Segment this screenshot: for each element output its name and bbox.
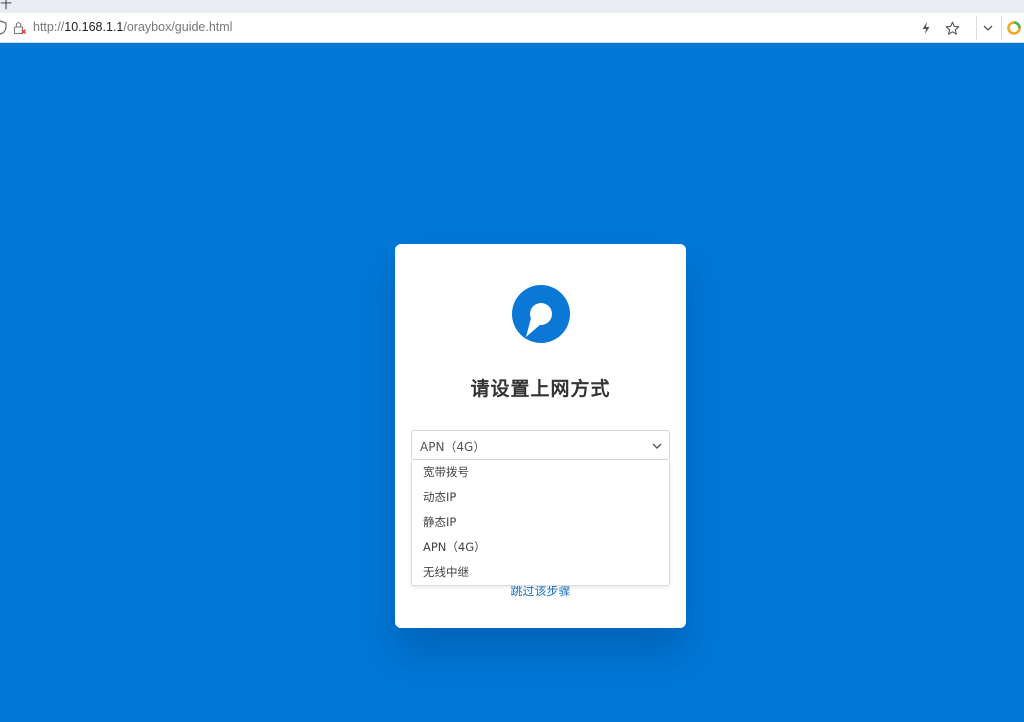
window-title-strip: 十 [0,0,1024,13]
connection-type-dropdown[interactable]: 宽带拨号 动态IP 静态IP APN（4G） 无线中继 [411,460,670,586]
insecure-lock-icon[interactable] [13,21,27,35]
lightning-icon[interactable] [918,20,934,36]
connection-type-selected: APN（4G） [420,440,486,454]
dropdown-option-pppoe[interactable]: 宽带拨号 [412,460,669,485]
url-prefix: http:// [33,20,65,34]
page-title: 请设置上网方式 [470,378,611,400]
dropdown-option-dhcp[interactable]: 动态IP [412,485,669,510]
oray-logo-icon [512,285,570,343]
shield-icon[interactable] [0,20,7,35]
toolbar-separator [1001,16,1002,40]
url-host: 10.168.1.1 [64,20,124,34]
dropdown-option-apn[interactable]: APN（4G） [412,535,669,560]
extension-ring-icon[interactable] [1006,20,1022,36]
star-icon[interactable] [944,20,960,36]
dropdown-option-static-ip[interactable]: 静态IP [412,510,669,535]
address-url[interactable]: http://10.168.1.1/oraybox/guide.html [33,20,232,34]
dropdown-option-wireless-relay[interactable]: 无线中继 [412,560,669,585]
toolbar-separator [976,16,977,40]
connection-type-select[interactable]: APN（4G） [411,430,670,460]
url-path: /oraybox/guide.html [123,20,233,34]
setup-guide-card: 请设置上网方式 APN（4G） 跳过该步骤 宽带拨号 动态IP 静态IP APN… [395,244,686,628]
window-title-glyph: 十 [0,0,13,11]
chevron-down-icon [652,443,662,449]
browser-address-bar[interactable]: http://10.168.1.1/oraybox/guide.html [0,13,1024,43]
chevron-down-icon[interactable] [980,20,996,36]
